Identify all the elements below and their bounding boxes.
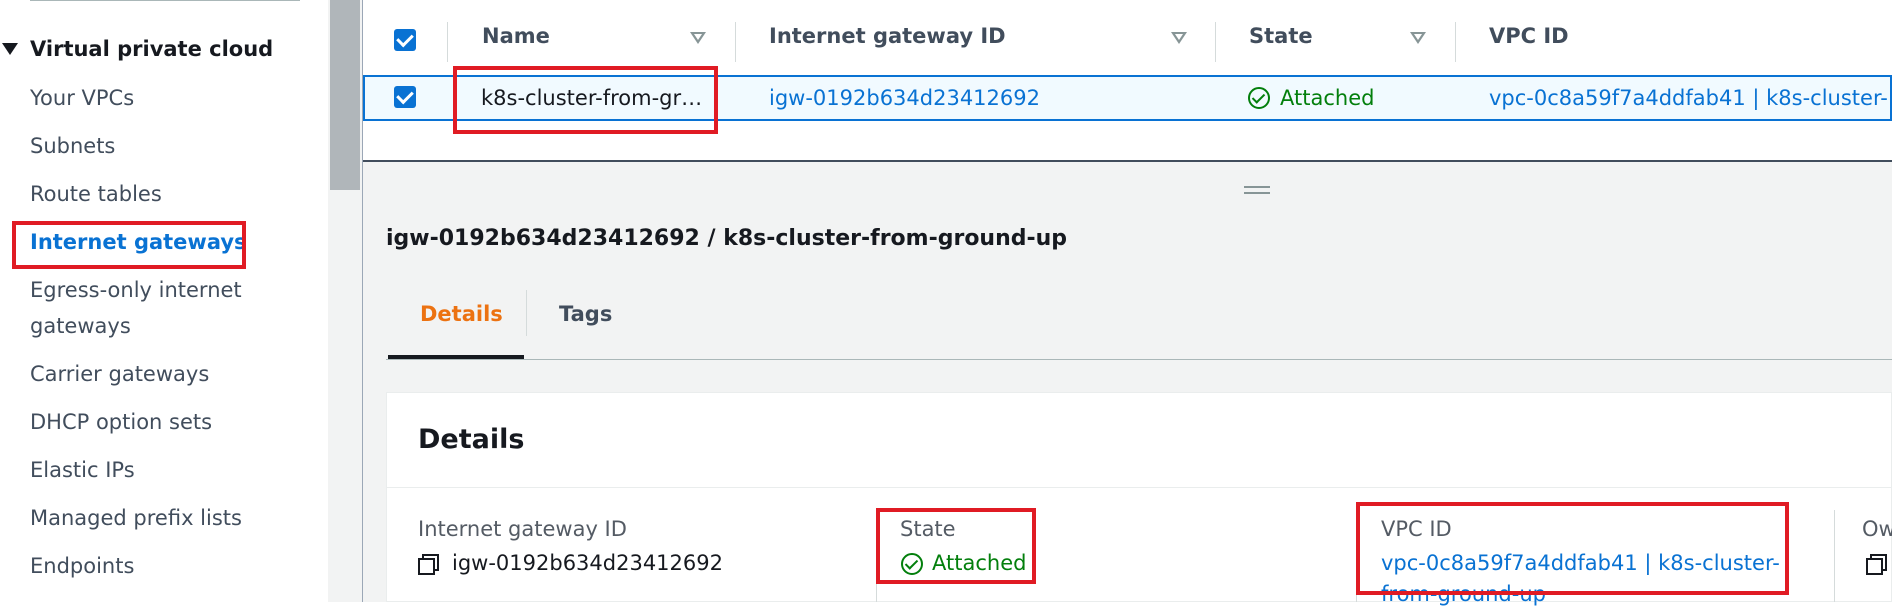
- sort-icon[interactable]: [1410, 32, 1426, 44]
- sidebar-item-your-vpcs[interactable]: Your VPCs: [30, 80, 134, 116]
- tab-tags[interactable]: Tags: [559, 302, 612, 326]
- detail-title: igw-0192b634d23412692 / k8s-cluster-from…: [386, 226, 1068, 251]
- highlight-box-state: [876, 508, 1036, 584]
- gateway-id-label: Internet gateway ID: [418, 517, 627, 541]
- divider: [1834, 510, 1835, 602]
- divider: [30, 0, 300, 1]
- panel-title: Details: [418, 424, 525, 455]
- sidebar-item-subnets[interactable]: Subnets: [30, 128, 115, 164]
- owner-label: Ow: [1862, 517, 1892, 541]
- copy-icon[interactable]: [418, 558, 435, 575]
- sidebar-item-elastic-ips[interactable]: Elastic IPs: [30, 452, 135, 488]
- highlight-box-row-name: [453, 66, 718, 134]
- column-header-name[interactable]: Name: [482, 24, 550, 48]
- sidebar-item-managed-prefix-lists[interactable]: Managed prefix lists: [30, 500, 242, 536]
- divider: [526, 290, 527, 336]
- sidebar-item-carrier-gateways[interactable]: Carrier gateways: [30, 356, 209, 392]
- tab-details[interactable]: Details: [420, 302, 503, 326]
- sidebar-section-label: Virtual private cloud: [30, 37, 274, 61]
- row-vpc-id-link[interactable]: vpc-0c8a59f7a4ddfab41 | k8s-cluster-…: [1489, 86, 1892, 110]
- divider: [363, 160, 1892, 162]
- copy-icon[interactable]: [1866, 558, 1883, 575]
- column-header-gateway-id[interactable]: Internet gateway ID: [769, 24, 1006, 48]
- highlight-box-vpc-id: [1356, 502, 1789, 595]
- column-header-vpc-id[interactable]: VPC ID: [1489, 24, 1569, 48]
- sidebar-item-egress-only-line2[interactable]: gateways: [30, 308, 131, 344]
- divider: [386, 359, 1892, 360]
- sidebar-section-vpc[interactable]: Virtual private cloud: [0, 34, 273, 64]
- select-all-checkbox[interactable]: [394, 29, 416, 51]
- sidebar-item-endpoints[interactable]: Endpoints: [30, 548, 134, 584]
- sort-icon[interactable]: [690, 32, 706, 44]
- column-header-state[interactable]: State: [1249, 24, 1313, 48]
- sidebar-item-dhcp-option-sets[interactable]: DHCP option sets: [30, 404, 212, 440]
- sort-icon[interactable]: [1171, 32, 1187, 44]
- divider: [386, 487, 1892, 488]
- sidebar-item-egress-only[interactable]: Egress-only internet: [30, 272, 242, 308]
- row-gateway-id-link[interactable]: igw-0192b634d23412692: [769, 86, 1040, 110]
- caret-down-icon: [2, 43, 18, 55]
- sidebar-scrollbar-thumb[interactable]: [330, 0, 360, 190]
- row-state: Attached: [1280, 86, 1375, 110]
- sidebar-item-route-tables[interactable]: Route tables: [30, 176, 162, 212]
- sidebar: Virtual private cloud Your VPCs Subnets …: [0, 0, 328, 602]
- resize-handle[interactable]: [1244, 186, 1270, 194]
- gateway-id-value: igw-0192b634d23412692: [452, 551, 723, 575]
- check-circle-icon: [1248, 87, 1270, 109]
- highlight-box-sidebar: [12, 221, 246, 269]
- row-checkbox[interactable]: [394, 86, 416, 108]
